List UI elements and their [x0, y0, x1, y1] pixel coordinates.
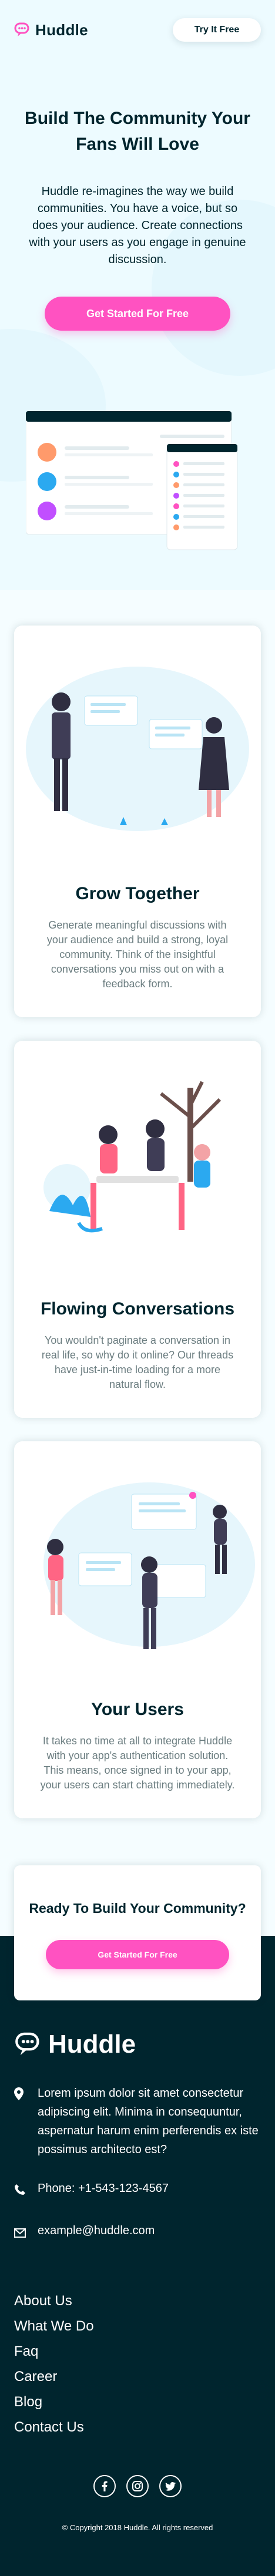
phone-text: Phone: +1-543-123-4567 [38, 2182, 169, 2195]
location-pin-icon [14, 2084, 27, 2159]
phone-icon [14, 2179, 27, 2201]
site-footer: Huddle Lorem ipsum dolor sit amet consec… [0, 2006, 275, 2576]
footer-link-career[interactable]: Career [14, 2364, 261, 2389]
hero-section: Huddle Try It Free Build The Community Y… [0, 0, 275, 590]
footer-logo-text: Huddle [48, 2030, 136, 2059]
footer-logo[interactable]: Huddle [14, 2030, 261, 2059]
features-section: Grow Together Generate meaningful discus… [0, 590, 275, 1818]
social-links [14, 2475, 261, 2497]
footer-email: example@huddle.com [14, 2221, 261, 2244]
ready-title: Ready To Build Your Community? [29, 1901, 246, 1916]
feature-card-users: Your Users It takes no time at all to in… [14, 1441, 261, 1818]
ready-get-started-button[interactable]: Get Started For Free [46, 1940, 229, 1969]
footer-link-faq[interactable]: Faq [14, 2339, 261, 2364]
footer-links: About Us What We Do Faq Career Blog Cont… [14, 2288, 261, 2440]
feature-title: Grow Together [75, 884, 200, 903]
footer-link-blog[interactable]: Blog [14, 2389, 261, 2414]
your-users-illustration [14, 1441, 261, 1688]
ready-card: Ready To Build Your Community? Get Start… [14, 1865, 261, 2000]
footer-link-what-we-do[interactable]: What We Do [14, 2313, 261, 2339]
chat-bubble-icon [15, 2032, 39, 2056]
facebook-icon[interactable] [93, 2475, 116, 2497]
feature-text: Generate meaningful discussions with you… [46, 919, 229, 990]
hero-description: Huddle re-imagines the way we build comm… [29, 185, 246, 266]
footer-address: Lorem ipsum dolor sit amet consectetur a… [14, 2084, 261, 2159]
instagram-icon[interactable] [126, 2475, 149, 2497]
hero-title: Build The Community Your Fans Will Love [25, 109, 250, 154]
feature-text: It takes no time at all to integrate Hud… [40, 1735, 235, 1791]
flowing-conversations-illustration [14, 1041, 261, 1287]
footer-phone: Phone: +1-543-123-4567 [14, 2179, 261, 2201]
grow-together-illustration [14, 625, 261, 872]
logo[interactable]: Huddle [14, 21, 88, 39]
chat-bubble-icon [14, 22, 29, 36]
page: Huddle Try It Free Build The Community Y… [0, 0, 275, 2576]
app-mockup-illustration [26, 411, 238, 550]
footer-link-contact[interactable]: Contact Us [14, 2414, 261, 2440]
twitter-icon[interactable] [159, 2475, 182, 2497]
email-text[interactable]: example@huddle.com [38, 2221, 155, 2244]
hero-content: Build The Community Your Fans Will Love … [0, 47, 275, 331]
feature-title: Flowing Conversations [40, 1299, 235, 1319]
footer-link-about[interactable]: About Us [14, 2288, 261, 2313]
feature-card-grow: Grow Together Generate meaningful discus… [14, 625, 261, 1017]
site-header: Huddle Try It Free [0, 0, 275, 47]
copyright-text: © Copyright 2018 Huddle. All rights rese… [62, 2523, 213, 2532]
email-icon [14, 2221, 27, 2244]
get-started-button[interactable]: Get Started For Free [45, 297, 230, 331]
feature-card-conversations: Flowing Conversations You wouldn't pagin… [14, 1041, 261, 1418]
logo-text: Huddle [35, 21, 88, 39]
feature-text: You wouldn't paginate a conversation in … [41, 1334, 234, 1390]
feature-title: Your Users [91, 1700, 184, 1719]
try-it-free-button[interactable]: Try It Free [173, 18, 261, 42]
ready-section: Ready To Build Your Community? Get Start… [0, 1842, 275, 2006]
address-text: Lorem ipsum dolor sit amet consectetur a… [38, 2087, 259, 2156]
